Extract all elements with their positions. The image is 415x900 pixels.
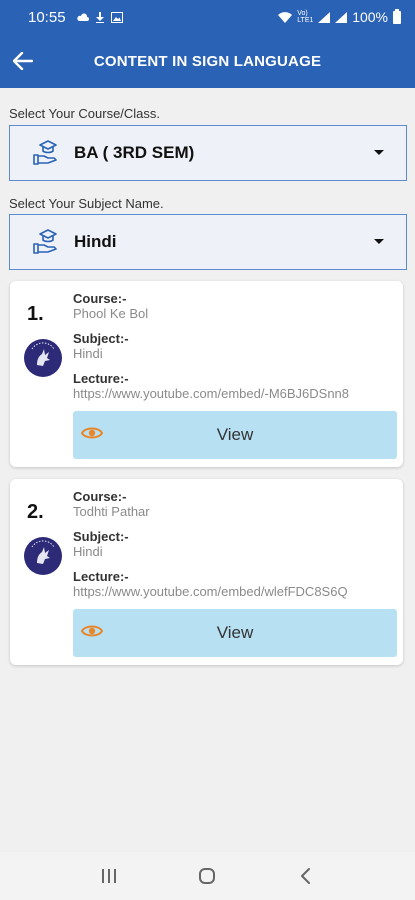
view-label: View: [216, 623, 254, 642]
recent-apps-icon: [102, 869, 117, 883]
lecture-number: 2.: [27, 501, 44, 523]
battery-icon: [393, 8, 401, 24]
graduation-hand-icon: [33, 229, 57, 254]
battery-percent: 100%: [352, 9, 388, 25]
course-select-label: Select Your Course/Class.: [9, 106, 161, 121]
signal-icon: [318, 11, 331, 23]
system-back-button[interactable]: [286, 856, 326, 896]
eye-icon: [81, 625, 103, 637]
dropdown-arrow-icon: [374, 239, 384, 244]
back-button[interactable]: [1, 39, 45, 83]
lecture-url: https://www.youtube.com/embed/-M6BJ6DSnn…: [73, 386, 350, 401]
status-bar: 10:55 Vo) LTE1 100%: [0, 0, 415, 34]
lecture-card: 2. Course:- Todhti Pathar Subject:- Hind…: [10, 479, 403, 665]
subject-select-label: Select Your Subject Name.: [9, 196, 164, 211]
subject-label: Subject:-: [73, 529, 129, 544]
graduation-hand-icon: [33, 140, 57, 165]
lecture-card: 1. Course:- Phool Ke Bol Subject:- Hindi…: [10, 281, 403, 467]
sign-language-logo: [24, 339, 62, 377]
wifi-icon: [278, 11, 293, 23]
sign-language-logo: [24, 537, 62, 575]
dropdown-arrow-icon: [374, 150, 384, 155]
network-type: Vo) LTE1: [297, 10, 314, 24]
course-value: BA ( 3RD SEM): [74, 143, 195, 162]
home-icon: [199, 868, 216, 884]
lecture-label: Lecture:-: [73, 371, 129, 386]
lecture-number: 1.: [27, 303, 44, 325]
system-back-icon: [300, 868, 310, 884]
home-button[interactable]: [187, 856, 227, 896]
view-label: View: [216, 425, 254, 444]
lecture-url: https://www.youtube.com/embed/wlefFDC8S6…: [73, 584, 348, 599]
course-label: Course:-: [73, 291, 127, 306]
image-icon: [110, 11, 123, 23]
course-name: Phool Ke Bol: [73, 306, 149, 321]
signal2-icon: [335, 11, 348, 23]
page-title: CONTENT IN SIGN LANGUAGE: [93, 52, 322, 70]
download-icon: [95, 11, 104, 23]
status-time: 10:55: [28, 8, 66, 26]
subject-value: Hindi: [74, 232, 117, 251]
lecture-label: Lecture:-: [73, 569, 129, 584]
recent-apps-button[interactable]: [89, 856, 129, 896]
course-name: Todhti Pathar: [73, 504, 150, 519]
course-dropdown[interactable]: BA ( 3RD SEM): [9, 125, 407, 181]
subject-dropdown[interactable]: Hindi: [9, 214, 407, 270]
cloud-icon: [76, 13, 89, 21]
view-button[interactable]: View: [73, 609, 397, 657]
back-arrow-icon: [13, 52, 33, 70]
system-nav-bar: [0, 852, 415, 900]
subject-name: Hindi: [73, 544, 103, 559]
eye-icon: [81, 427, 103, 439]
view-button[interactable]: View: [73, 411, 397, 459]
subject-label: Subject:-: [73, 331, 129, 346]
subject-name: Hindi: [73, 346, 103, 361]
course-label: Course:-: [73, 489, 127, 504]
app-bar: CONTENT IN SIGN LANGUAGE: [0, 34, 415, 88]
